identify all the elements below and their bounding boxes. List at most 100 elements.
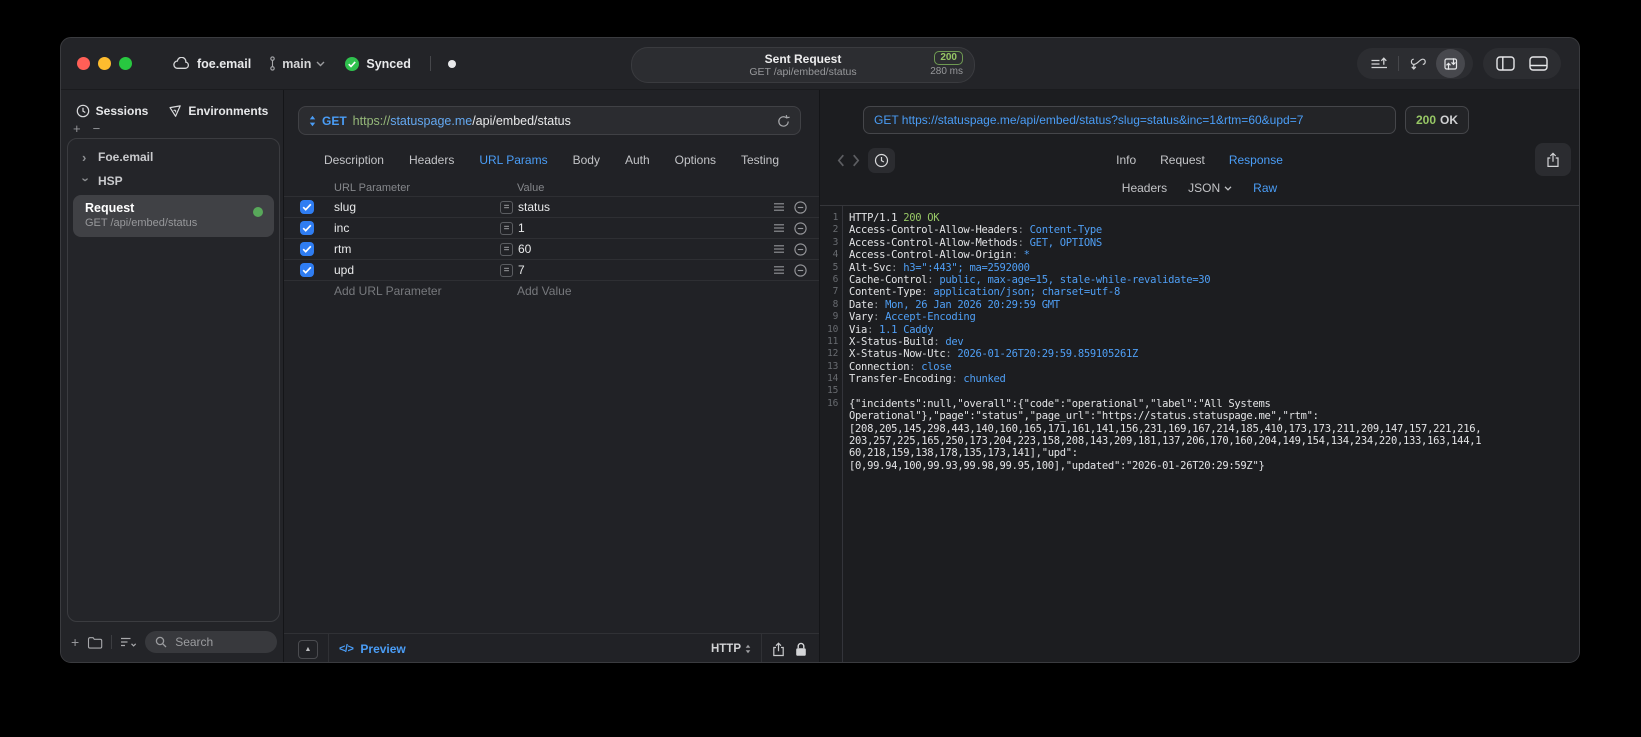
layout-group xyxy=(1483,48,1561,79)
import-lines-arrow-up-icon[interactable] xyxy=(1365,49,1394,78)
sidebar-request-item[interactable]: Request GET /api/embed/status xyxy=(73,195,274,237)
param-name[interactable]: rtm xyxy=(334,242,484,256)
line-number: 10 xyxy=(827,323,838,335)
sent-request-line-box[interactable]: GET https://statuspage.me/api/embed/stat… xyxy=(863,106,1396,134)
sync-status[interactable]: Synced xyxy=(344,56,411,72)
sort-filter-icon[interactable] xyxy=(120,636,137,648)
lock-icon[interactable] xyxy=(795,642,807,657)
protocol-selector[interactable]: HTTP xyxy=(711,643,751,655)
param-name[interactable]: slug xyxy=(334,200,484,214)
zoom-window-button[interactable] xyxy=(119,57,132,70)
method-label[interactable]: GET xyxy=(322,114,347,128)
drag-handle-icon[interactable] xyxy=(773,244,785,254)
tree-item-label: HSP xyxy=(98,174,123,188)
drag-handle-icon[interactable] xyxy=(773,265,785,275)
line-number: 16 xyxy=(827,397,838,409)
code-line: 6 Cache-Control: public, max-age=15, stal… xyxy=(820,274,1579,286)
tab-testing[interactable]: Testing xyxy=(741,153,779,167)
request-status-pill[interactable]: Sent Request GET /api/embed/status 200 2… xyxy=(631,47,975,83)
back-icon[interactable] xyxy=(837,154,845,167)
code-line: 13 Connection: close xyxy=(820,361,1579,373)
tab-body[interactable]: Body xyxy=(573,153,600,167)
equals-icon: = xyxy=(500,200,513,214)
tab-headers[interactable]: Headers xyxy=(409,153,454,167)
refresh-icon[interactable] xyxy=(777,114,790,128)
response-tab-response[interactable]: Response xyxy=(1229,153,1283,167)
collapse-panel-button[interactable]: ▲ xyxy=(298,639,318,659)
add-value-placeholder[interactable]: Add Value xyxy=(517,284,572,298)
column-value: Value xyxy=(517,182,545,194)
response-subtab-headers[interactable]: Headers xyxy=(1122,181,1167,195)
request-url[interactable]: https://statuspage.me/api/embed/status xyxy=(353,114,571,128)
param-value[interactable]: 60 xyxy=(518,242,531,256)
add-parameter-placeholder[interactable]: Add URL Parameter xyxy=(334,284,517,298)
drag-handle-icon[interactable] xyxy=(773,202,785,212)
new-folder-icon[interactable] xyxy=(87,636,103,649)
project-name[interactable]: foe.email xyxy=(197,57,251,71)
line-number: 8 xyxy=(832,298,839,310)
new-request-button[interactable]: + xyxy=(71,634,79,650)
tab-environments[interactable]: Environments xyxy=(168,104,268,118)
param-checkbox[interactable] xyxy=(300,200,314,214)
preview-button[interactable]: </> Preview xyxy=(339,642,406,656)
remove-param-icon[interactable] xyxy=(794,263,807,277)
add-item-button[interactable]: + xyxy=(73,122,81,136)
remove-item-button[interactable]: − xyxy=(93,122,101,136)
tab-options[interactable]: Options xyxy=(675,153,716,167)
preview-label: Preview xyxy=(360,642,406,656)
tab-auth[interactable]: Auth xyxy=(625,153,650,167)
sidebar-tree: › Foe.email › HSP xyxy=(68,145,279,193)
sidebar-tree-item[interactable]: › Foe.email xyxy=(68,145,279,169)
tab-url-params[interactable]: URL Params xyxy=(479,153,547,167)
param-value[interactable]: 7 xyxy=(518,263,525,277)
sidebar-toggle-icon[interactable] xyxy=(1491,49,1520,78)
export-share-button[interactable] xyxy=(1535,143,1571,176)
minimize-window-button[interactable] xyxy=(98,57,111,70)
desktop: foe.email main Synced Sent Request GET /… xyxy=(0,0,1641,737)
tab-sessions[interactable]: Sessions xyxy=(76,104,148,118)
param-checkbox[interactable] xyxy=(300,263,314,277)
drag-handle-icon[interactable] xyxy=(773,223,785,233)
sent-request-line: GET https://statuspage.me/api/embed/stat… xyxy=(874,113,1304,127)
response-subtab-json[interactable]: JSON xyxy=(1188,181,1232,195)
close-window-button[interactable] xyxy=(77,57,90,70)
param-value[interactable]: 1 xyxy=(518,221,525,235)
request-pane: GET https://statuspage.me/api/embed/stat… xyxy=(283,90,820,662)
remove-param-icon[interactable] xyxy=(794,200,807,214)
param-name[interactable]: inc xyxy=(334,221,484,235)
url-scheme: https:// xyxy=(352,113,391,128)
sidebar-tree-item[interactable]: › HSP xyxy=(68,169,279,193)
remove-param-icon[interactable] xyxy=(794,221,807,235)
line-text: Transfer-Encoding: chunked xyxy=(849,373,1006,386)
history-arrows xyxy=(835,154,862,167)
bottom-panel-toggle-icon[interactable] xyxy=(1524,49,1553,78)
line-text: {"incidents":null,"overall":{"code":"ope… xyxy=(849,397,1271,410)
search-input[interactable] xyxy=(173,634,267,650)
merge-icon[interactable] xyxy=(1403,49,1432,78)
response-history-icon[interactable] xyxy=(868,147,895,173)
url-path: /api/embed/status xyxy=(472,113,571,128)
url-bar[interactable]: GET https://statuspage.me/api/embed/stat… xyxy=(298,106,801,135)
forward-icon[interactable] xyxy=(852,154,860,167)
response-code[interactable]: 1 HTTP/1.1 200 OK 2 Access-Control-Allow-He… xyxy=(820,206,1579,662)
branch-selector[interactable]: main xyxy=(268,56,325,71)
search-bar[interactable] xyxy=(145,631,277,653)
share-icon[interactable] xyxy=(772,641,785,657)
param-value[interactable]: status xyxy=(518,200,550,214)
line-number: 14 xyxy=(827,373,838,385)
param-add-row[interactable]: Add URL Parameter Add Value xyxy=(284,281,819,301)
traffic-lights xyxy=(77,38,132,89)
tab-description[interactable]: Description xyxy=(324,153,384,167)
response-subtab-raw[interactable]: Raw xyxy=(1253,181,1277,195)
repeat-request-icon[interactable] xyxy=(1436,49,1465,78)
chevron-down-icon xyxy=(1224,185,1232,191)
param-name[interactable]: upd xyxy=(334,263,484,277)
response-tab-request[interactable]: Request xyxy=(1160,153,1205,167)
response-tab-info[interactable]: Info xyxy=(1116,153,1136,167)
remove-param-icon[interactable] xyxy=(794,242,807,256)
code-line: [0,99.94,100,99.93,99.98,99.95,100],"upd… xyxy=(820,460,1579,472)
code-line: 7 Content-Type: application/json; charset… xyxy=(820,286,1579,298)
param-checkbox[interactable] xyxy=(300,242,314,256)
method-stepper-icon[interactable] xyxy=(309,115,316,127)
param-checkbox[interactable] xyxy=(300,221,314,235)
